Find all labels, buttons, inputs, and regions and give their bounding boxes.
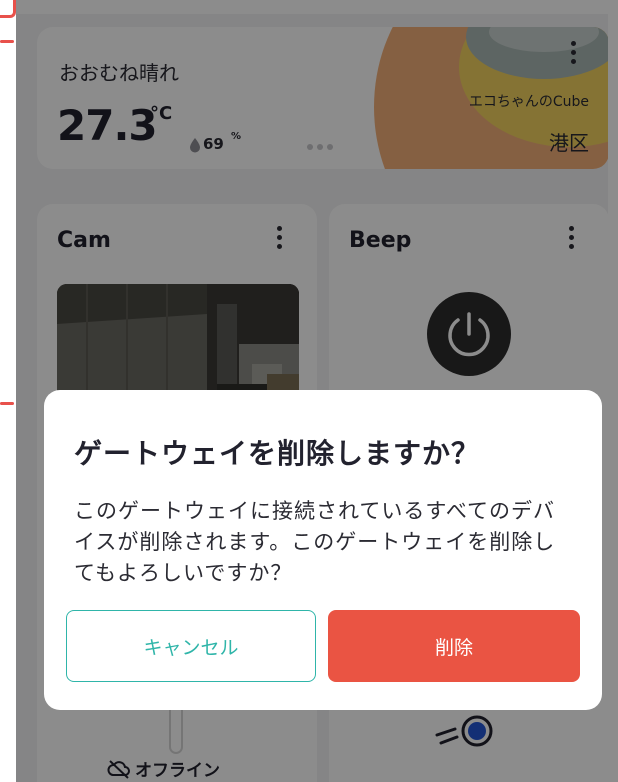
dialog-message: このゲートウェイに接続されているすべてのデバイスが削除されます。このゲートウェイ…	[74, 499, 556, 585]
cancel-button[interactable]: キャンセル	[66, 610, 316, 682]
screen-edge-left	[0, 0, 16, 782]
delete-gateway-dialog: ゲートウェイを削除しますか？ このゲートウェイに接続されているすべてのデバイスが…	[44, 390, 602, 710]
delete-button[interactable]: 削除	[328, 610, 580, 682]
annotation-mark	[0, 40, 14, 43]
dialog-actions: キャンセル 削除	[66, 610, 580, 682]
annotation-mark	[0, 402, 14, 405]
app-screen: おおむね晴れ 27.3 °C 69 % エコちゃんのCube 港区 Cam オフ…	[0, 0, 618, 782]
dialog-title: ゲートウェイを削除しますか？	[74, 437, 481, 470]
annotation-mark	[0, 0, 16, 18]
